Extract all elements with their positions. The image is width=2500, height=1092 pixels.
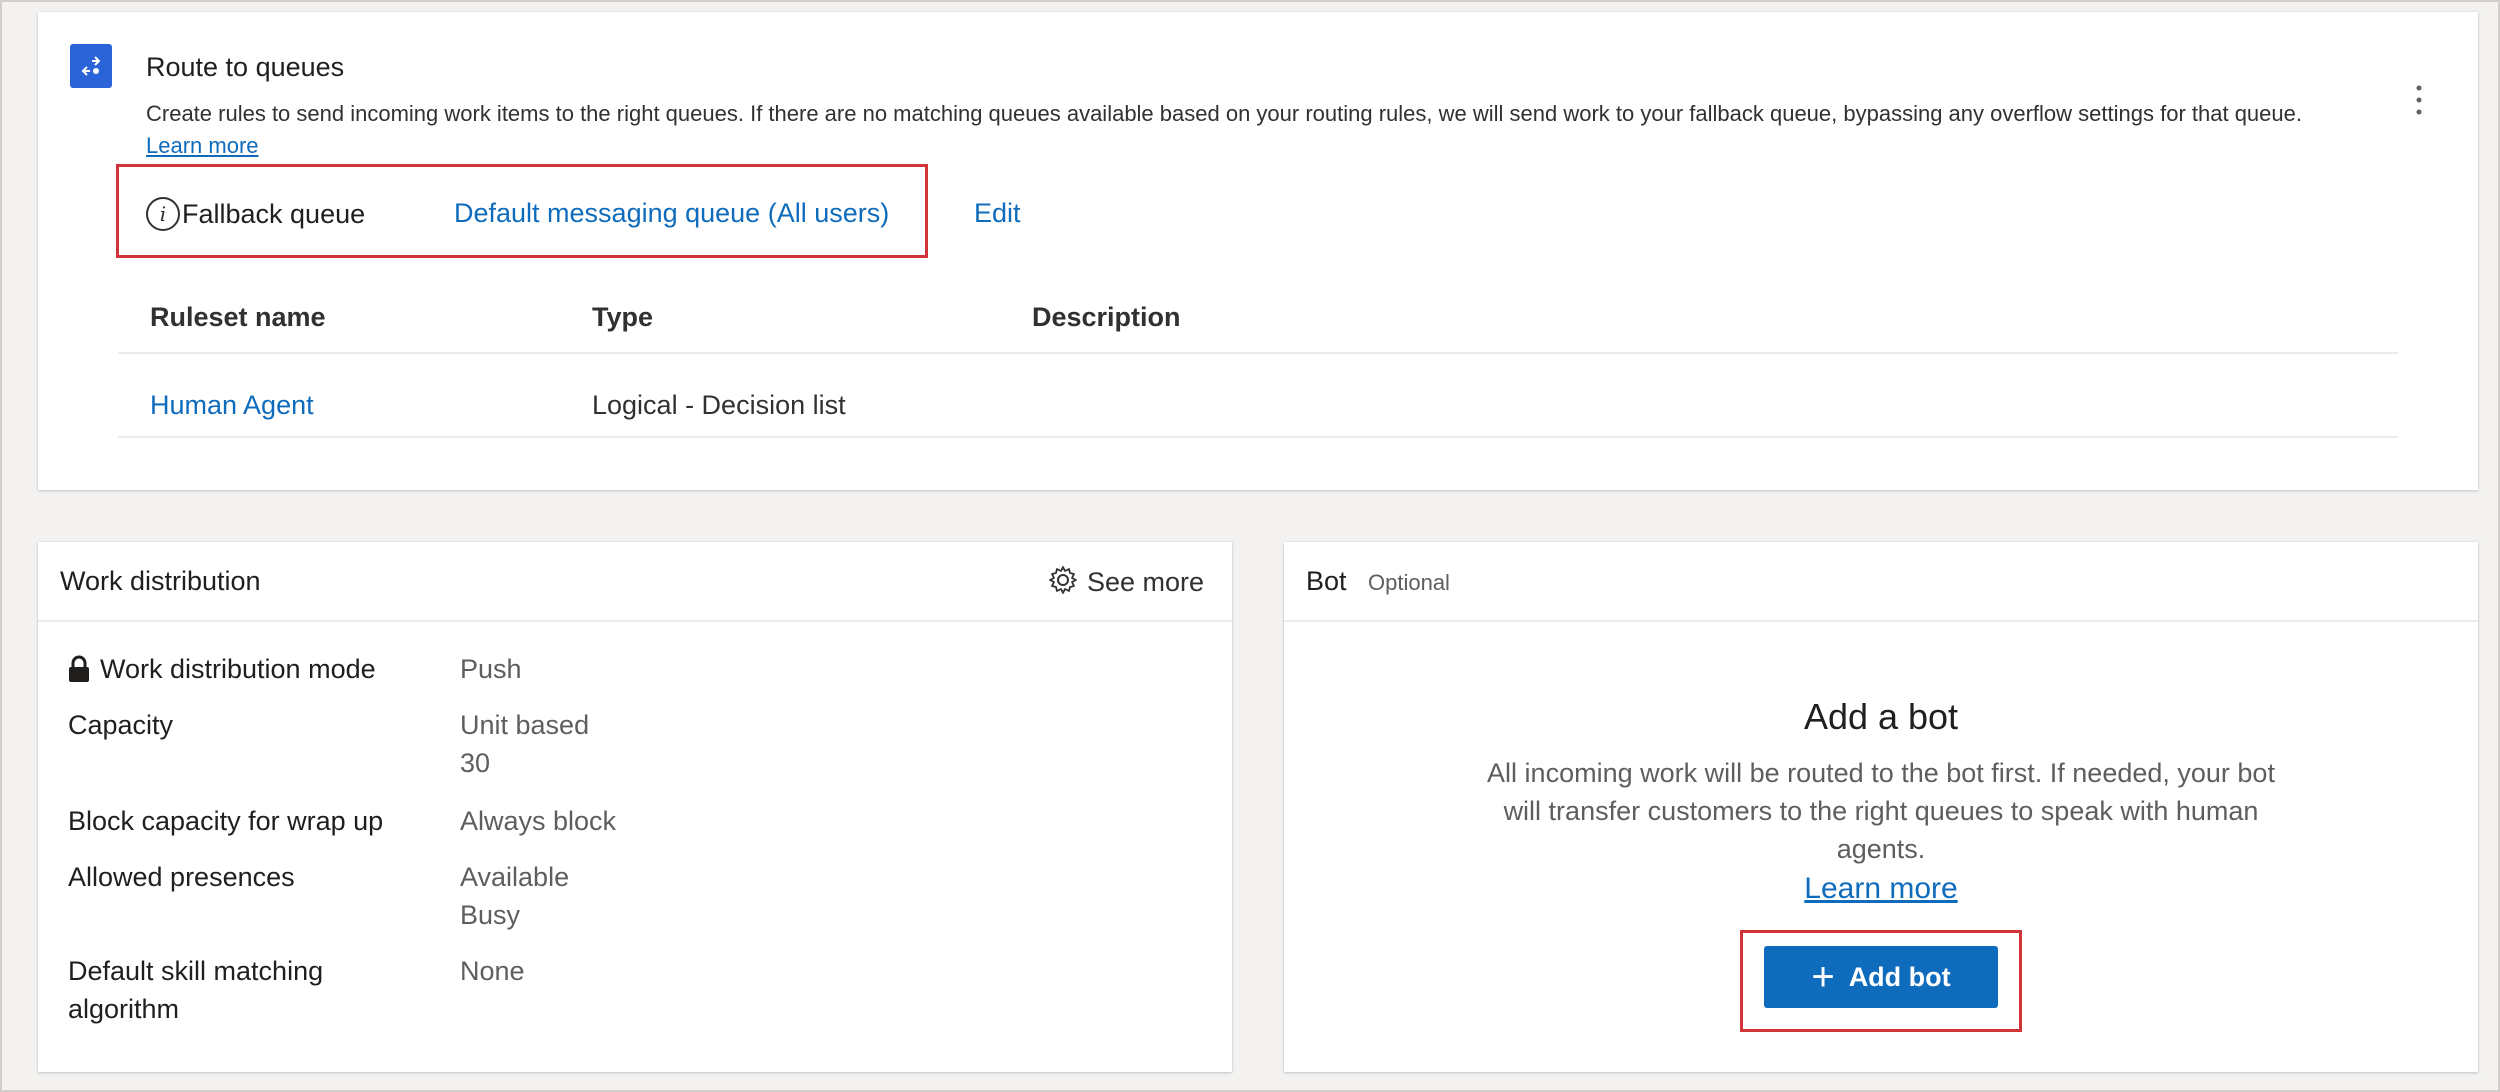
block-capacity-label: Block capacity for wrap up (68, 806, 384, 836)
see-more-button[interactable]: See more (1047, 564, 1204, 601)
skill-matching-label: Default skill matching algorithm (68, 956, 324, 1024)
fallback-edit-link[interactable]: Edit (974, 198, 1021, 229)
info-icon: i (146, 197, 180, 231)
work-distribution-mode-value: Push (460, 654, 522, 684)
work-distribution-title: Work distribution (60, 566, 261, 596)
column-header-type: Type (592, 302, 654, 332)
work-distribution-mode-label-row: Work distribution mode (68, 650, 376, 688)
allowed-presence-busy: Busy (460, 900, 521, 930)
page-frame: Route to queues Create rules to send inc… (0, 0, 2500, 1092)
column-header-description: Description (1032, 302, 1181, 332)
more-vertical-icon[interactable] (2414, 82, 2424, 118)
bot-learn-more-link[interactable]: Learn more (1284, 872, 2478, 906)
capacity-value-type: Unit based (460, 710, 590, 740)
plus-icon: + (1811, 955, 1835, 999)
fallback-row: i Fallback queue (146, 194, 365, 234)
gear-icon (1047, 564, 1079, 601)
route-description: Create rules to send incoming work items… (146, 98, 2346, 162)
see-more-label: See more (1086, 567, 1204, 597)
add-bot-button-label: Add bot (1848, 961, 1951, 992)
allowed-presences-label: Allowed presences (68, 862, 295, 892)
fallback-queue-link[interactable]: Default messaging queue (All users) (454, 198, 889, 229)
work-distribution-mode-label: Work distribution mode (100, 654, 376, 684)
route-to-queues-card: Route to queues Create rules to send inc… (38, 12, 2478, 490)
capacity-label: Capacity (68, 710, 174, 740)
block-capacity-value: Always block (460, 806, 617, 836)
bot-title: Bot (1306, 566, 1347, 596)
column-header-ruleset-name: Ruleset name (150, 302, 326, 332)
bot-header: Bot Optional (1284, 542, 2478, 622)
route-queues-icon (70, 44, 112, 88)
bot-optional-label: Optional (1368, 570, 1450, 595)
add-bot-description: All incoming work will be routed to the … (1487, 758, 2275, 864)
route-description-text: Create rules to send incoming work items… (146, 101, 2302, 126)
route-learn-more-link[interactable]: Learn more (146, 133, 259, 158)
ruleset-name-link[interactable]: Human Agent (150, 390, 314, 421)
ruleset-type: Logical - Decision list (592, 390, 846, 420)
allowed-presence-available: Available (460, 862, 570, 892)
work-distribution-card: Work distribution See more Work distribu… (38, 542, 1232, 1072)
skill-matching-value: None (460, 956, 525, 986)
route-title: Route to queues (146, 52, 345, 82)
lock-icon (68, 655, 90, 683)
bot-card: Bot Optional Add a bot All incoming work… (1284, 542, 2478, 1072)
add-bot-button[interactable]: + Add bot (1764, 946, 1998, 1008)
add-bot-heading: Add a bot (1803, 696, 1959, 737)
table-header-divider (118, 352, 2398, 354)
work-distribution-header: Work distribution See more (38, 542, 1232, 622)
fallback-label: Fallback queue (182, 198, 366, 229)
capacity-value-amount: 30 (460, 748, 491, 778)
table-row-divider (118, 436, 2398, 438)
